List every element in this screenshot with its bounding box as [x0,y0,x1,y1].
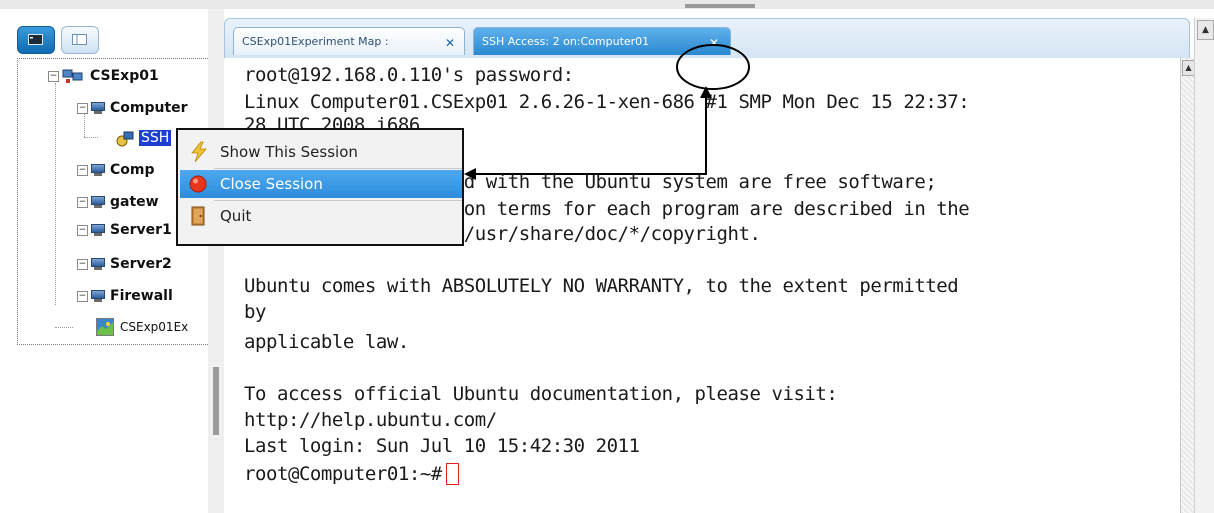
menu-item-quit[interactable]: Quit [180,202,462,230]
tab-experiment-map[interactable]: CSExp01Experiment Map : ✕ [233,27,465,55]
tree-item-label: Computer [110,100,188,116]
collapse-icon[interactable]: − [48,70,59,82]
menu-separator [214,200,462,201]
terminal-line: http://help.ubuntu.com/ [244,409,497,431]
tree-item-label: SSH [139,130,172,146]
tree-root-label: CSExp01 [90,68,159,84]
context-menu: Show This Session Close Session Quit [176,128,464,246]
tree-item-label: CSExp01Ex [120,320,189,334]
menu-item-show-session[interactable]: Show This Session [180,138,462,166]
tree-item-root[interactable]: − CSExp01 [48,65,159,87]
splitter-grip-top[interactable] [685,4,755,8]
layout-icon [72,34,87,45]
collapse-icon[interactable]: − [77,196,88,208]
terminal-line: by [244,301,266,323]
computer-icon [91,196,105,208]
tree-item-label: Firewall [110,288,173,304]
tab-close-icon[interactable]: ✕ [708,37,720,49]
tree-guide [84,137,98,138]
red-circle-icon [188,173,214,195]
tree-item-comp[interactable]: − Comp [77,159,155,181]
computer-icon [91,164,105,176]
tree-item-gateway[interactable]: − gatew [77,191,159,213]
terminal-line: applicable law. [244,331,409,353]
menu-item-label: Quit [220,207,252,225]
terminal-line: To access official Ubuntu documentation,… [244,383,838,405]
terminal-prompt-line: root@Computer01:~# [244,462,459,486]
tree-item-label: Server2 [110,256,172,272]
computer-icon [91,102,105,114]
computer-icon [91,258,105,270]
terminal-prompt: root@Computer01:~# [244,463,442,485]
collapse-icon[interactable]: − [77,164,88,176]
scroll-up-icon[interactable]: ▲ [1197,20,1214,40]
computer-icon [91,224,105,236]
terminal-scrollbar[interactable]: ▲ [1180,58,1195,513]
tree-item-experiment-map[interactable]: CSExp01Ex [96,316,188,338]
tree-item-label: Server1 [110,222,172,238]
tree-item-label: Comp [110,162,155,178]
tree-item-computer[interactable]: − Computer [77,97,188,119]
tree-item-ssh[interactable]: SSH [115,127,172,149]
left-toolbar [17,26,217,58]
collapse-icon[interactable]: − [77,290,88,302]
tree-item-label: gatew [110,194,159,210]
tree-item-server1[interactable]: − Server1 [77,219,172,241]
tab-bar: CSExp01Experiment Map : ✕ SSH Access: 2 … [224,18,1190,58]
terminal[interactable]: root@192.168.0.110's password: Linux Com… [224,58,1180,513]
map-icon [96,318,114,336]
menu-item-close-session[interactable]: Close Session [180,170,462,198]
terminal-line: root@192.168.0.110's password: [244,64,574,86]
menu-item-label: Close Session [220,175,323,193]
terminal-cursor[interactable] [445,463,459,485]
terminal-icon [28,34,43,45]
terminal-line: Last login: Sun Jul 10 15:42:30 2011 [244,435,640,457]
tab-label: CSExp01Experiment Map : [242,35,389,48]
collapse-icon[interactable]: − [77,102,88,114]
menu-separator [214,168,462,169]
terminal-line: Ubuntu comes with ABSOLUTELY NO WARRANTY… [244,275,959,297]
ssh-session-icon [116,131,134,147]
lightning-icon [188,141,214,163]
tab-label: SSH Access: 2 on:Computer01 [482,35,650,48]
terminal-view-button[interactable] [17,26,55,54]
layout-view-button[interactable] [61,26,99,54]
panel-splitter[interactable] [208,9,224,513]
collapse-icon[interactable]: − [77,224,88,236]
computer-icon [91,290,105,302]
tab-close-icon[interactable]: ✕ [444,37,456,49]
tab-ssh-access[interactable]: SSH Access: 2 on:Computer01 ✕ [473,27,731,55]
top-strip [0,0,1214,9]
network-icon [62,69,83,83]
tree-item-server2[interactable]: − Server2 [77,253,172,275]
tree-guide [55,327,73,328]
door-icon [188,205,214,227]
menu-item-label: Show This Session [220,143,358,161]
splitter-grip[interactable] [213,367,219,435]
collapse-icon[interactable]: − [77,258,88,270]
tree-guide [55,83,56,305]
tree-item-firewall[interactable]: − Firewall [77,285,173,307]
tabs-scrollbar[interactable]: ▲ [1194,18,1214,513]
terminal-line: Linux Computer01.CSExp01 2.6.26-1-xen-68… [244,91,970,113]
